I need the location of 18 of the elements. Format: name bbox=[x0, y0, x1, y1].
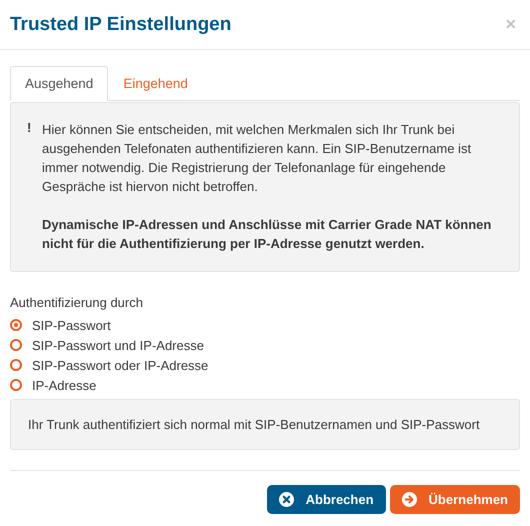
radio-icon[interactable] bbox=[10, 359, 22, 371]
radio-icon[interactable] bbox=[10, 379, 22, 391]
radio-option[interactable]: SIP-Passwort und IP-Adresse bbox=[10, 335, 520, 355]
exclamation-icon: ! bbox=[27, 120, 42, 253]
warning-text: Dynamische IP-Adressen und Anschlüsse mit Carrier Grade NAT können nicht für die Authentifizierung per IP-Adresse genutzt werden. bbox=[42, 216, 492, 253]
arrow-circle-icon bbox=[402, 492, 417, 507]
radio-option[interactable]: SIP-Passwort oder IP-Adresse bbox=[10, 355, 520, 375]
radio-icon[interactable] bbox=[10, 319, 22, 331]
cancel-button[interactable]: Abbrechen bbox=[266, 485, 386, 514]
dialog-title: Trusted IP Einstellungen bbox=[10, 14, 232, 36]
radio-option[interactable]: SIP-Passwort bbox=[10, 315, 520, 335]
tab[interactable]: Ausgehend bbox=[10, 66, 108, 101]
description-text: Ihr Trunk authentifiziert sich normal mit SIP-Benutzernamen und SIP-Passwort bbox=[28, 417, 480, 432]
notice-text: Hier können Sie entscheiden, mit welchen Merkmalen sich Ihr Trunk bei ausgehenden Telefonaten authentifizieren kann. Ein SIP-Benutzername ist immer notwendig. Die Registrierung der Telefonanlage für eingehende Gespräche ist hiervon nicht betroffen. bbox=[42, 121, 472, 196]
radio-option[interactable]: IP-Adresse bbox=[10, 375, 520, 395]
close-circle-icon bbox=[278, 492, 294, 507]
radio-icon[interactable] bbox=[10, 339, 22, 351]
field-label: Authentifizierung durch bbox=[10, 295, 144, 310]
